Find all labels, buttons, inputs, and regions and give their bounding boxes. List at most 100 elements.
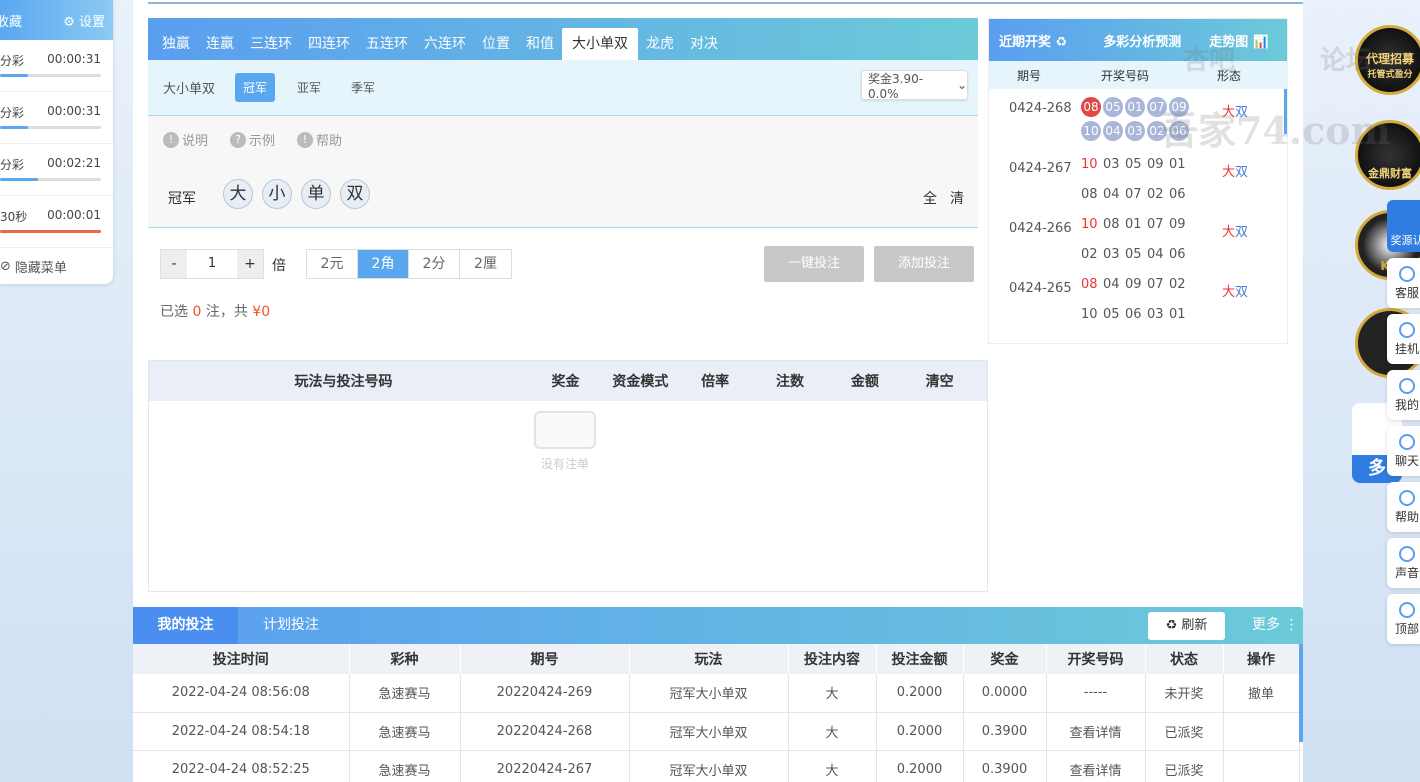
pick-ball[interactable]: 单: [301, 179, 331, 209]
selected-count: 0: [192, 304, 202, 320]
left-panel-header: 收藏 ⚙ 设置: [0, 0, 113, 40]
tab-play[interactable]: 和值: [518, 28, 562, 60]
lottery-countdown: 00:00:31: [47, 52, 101, 66]
table-row: 2022-04-24 08:52:25 急速赛马 20220424-267 冠军大小单…: [133, 750, 1300, 782]
favorites-label[interactable]: 收藏: [0, 11, 22, 30]
tab-play[interactable]: 独赢: [154, 28, 198, 60]
shape-big: 大: [1222, 225, 1236, 240]
clear-button[interactable]: 清: [950, 188, 964, 208]
lottery-item[interactable]: 30秒 00:00:01: [0, 196, 113, 248]
sidebar-label: 声音: [1394, 566, 1419, 580]
unit-option[interactable]: 2角: [358, 250, 409, 278]
lottery-item[interactable]: 分彩 00:02:21: [0, 144, 113, 196]
sidebar-label: 挂机: [1394, 342, 1419, 356]
tab-play[interactable]: 龙虎: [638, 28, 682, 60]
info-icon: !: [297, 131, 313, 148]
jiangyuan-badge[interactable]: 奖源认: [1387, 200, 1420, 252]
sidebar-item[interactable]: 声音: [1387, 538, 1420, 588]
table-cell: 大: [788, 674, 877, 713]
position-tab[interactable]: 亚军: [289, 73, 329, 102]
sidebar-item[interactable]: 顶部: [1387, 594, 1420, 644]
lottery-item[interactable]: 分彩 00:00:31: [0, 40, 113, 92]
unit-option[interactable]: 2元: [307, 250, 358, 278]
pick-ball[interactable]: 小: [262, 179, 292, 209]
refresh-button[interactable]: ♻ 刷新: [1148, 612, 1225, 640]
pick-ball[interactable]: 双: [340, 179, 370, 209]
unit-option[interactable]: 2分: [409, 250, 460, 278]
pick-row-label: 冠军: [168, 191, 196, 207]
prize-select[interactable]: 奖金3.90-0.0% ⌄: [861, 70, 968, 101]
number: 01: [1125, 217, 1142, 232]
add-bet-button[interactable]: 添加投注: [874, 246, 974, 282]
number: 06: [1169, 247, 1186, 262]
draw-numbers: 08 04 09 07 02: [1081, 277, 1191, 292]
shape-big: 大: [1222, 285, 1236, 300]
sidebar-item[interactable]: 聊天: [1387, 426, 1420, 476]
table-cell[interactable]: 查看详情: [1046, 750, 1146, 782]
tab-play[interactable]: 四连环: [300, 28, 358, 60]
decrement-button[interactable]: -: [161, 250, 187, 278]
tab-play[interactable]: 大小单双: [562, 28, 638, 60]
unit-option[interactable]: 2厘: [460, 250, 511, 278]
tab-play[interactable]: 连赢: [198, 28, 242, 60]
table-cell[interactable]: 撤单: [1223, 674, 1300, 713]
hide-menu-button[interactable]: ⊘ 隐藏菜单: [0, 248, 113, 284]
info-icon: [1399, 490, 1415, 506]
increment-button[interactable]: +: [237, 250, 263, 278]
arrow-up-icon: [1399, 602, 1415, 618]
tab-my-bets[interactable]: 我的投注: [133, 607, 238, 644]
select-all-button[interactable]: 全: [923, 188, 937, 208]
number: 10: [1081, 217, 1098, 232]
pick-ball[interactable]: 大: [223, 179, 253, 209]
tab-plan-bets[interactable]: 计划投注: [263, 607, 319, 644]
table-cell: 0.2000: [876, 712, 964, 751]
table-cell: [1223, 712, 1300, 751]
tab-play[interactable]: 位置: [474, 28, 518, 60]
table-cell: 2022-04-24 08:52:25: [133, 750, 350, 782]
lottery-item[interactable]: 分彩 00:00:31: [0, 92, 113, 144]
table-cell: 2022-04-24 08:54:18: [133, 712, 350, 751]
settings-button[interactable]: ⚙ 设置: [63, 11, 105, 30]
number: 07: [1147, 277, 1164, 292]
example-link[interactable]: ? 示例: [230, 130, 275, 149]
number-ball: 04: [1103, 121, 1123, 141]
number-ball: 03: [1125, 121, 1145, 141]
table-cell: 冠军大小单双: [629, 674, 789, 713]
multiple-input[interactable]: 1: [187, 250, 237, 278]
explain-link[interactable]: ! 说明: [163, 130, 208, 149]
tab-play[interactable]: 对决: [682, 28, 726, 60]
position-tab[interactable]: 季军: [343, 73, 383, 102]
number: 05: [1125, 247, 1142, 262]
number: 01: [1169, 157, 1186, 172]
number: 07: [1125, 187, 1142, 202]
number: 09: [1147, 157, 1164, 172]
countdown-bar: [0, 126, 101, 129]
tab-play[interactable]: 六连环: [416, 28, 474, 60]
table-cell[interactable]: 查看详情: [1046, 712, 1146, 751]
one-click-bet-button[interactable]: 一键投注: [764, 246, 864, 282]
sidebar-item[interactable]: 帮助: [1387, 482, 1420, 532]
tab-play[interactable]: 五连环: [358, 28, 416, 60]
number: 09: [1169, 217, 1186, 232]
page-scrollbar[interactable]: [1299, 644, 1303, 742]
help-link[interactable]: ! 帮助: [297, 130, 342, 149]
table-cell: 急速赛马: [349, 750, 461, 782]
prize-value: 奖金3.90-0.0%: [868, 71, 924, 101]
more-button[interactable]: 更多 ⋮: [1252, 607, 1298, 644]
empty-state: 没有注单: [534, 411, 596, 472]
tab-play[interactable]: 三连环: [242, 28, 300, 60]
clear-all-button[interactable]: 清空: [892, 371, 987, 391]
lottery-countdown: 00:00:31: [47, 104, 101, 118]
chart-icon: 📊: [1252, 34, 1269, 50]
sidebar-item[interactable]: 挂机: [1387, 314, 1420, 364]
sidebar-item[interactable]: 客服: [1387, 258, 1420, 308]
position-tab[interactable]: 冠军: [235, 73, 276, 102]
analysis-link[interactable]: 多彩分析预测: [1103, 31, 1181, 50]
col-mode: 资金模式: [612, 374, 669, 390]
number: 08: [1081, 187, 1098, 202]
my-bets-table: 投注时间 彩种 期号 玩法 投注内容 投注金额 奖金 开奖号码 状态 操作 2022-04-24 …: [133, 644, 1300, 782]
number: 02: [1147, 187, 1164, 202]
sidebar-item[interactable]: 我的: [1387, 370, 1420, 420]
recent-title[interactable]: 近期开奖 ♻: [999, 31, 1067, 50]
draw-numbers: 08 04 07 02 06: [1081, 187, 1191, 202]
